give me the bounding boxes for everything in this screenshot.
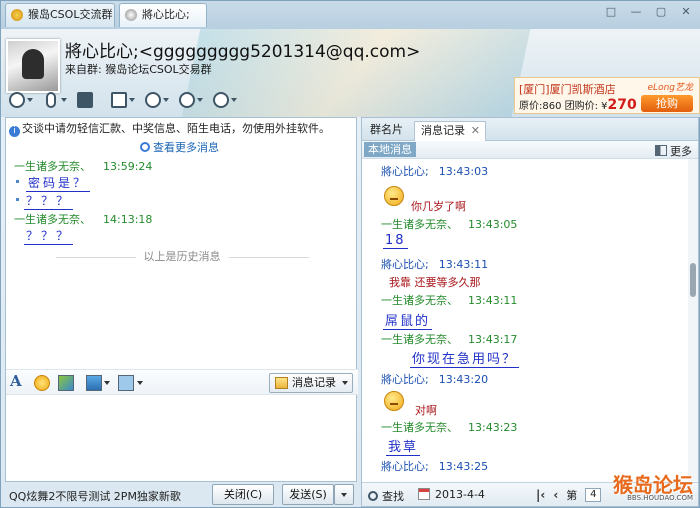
close-icon[interactable]: ✕ [471,122,480,140]
history-header: 將心比心; 13:43:25 [381,460,489,473]
site-watermark: 猴岛论坛 BBS.HOUDAO.COM [613,473,693,502]
view-more-link[interactable]: 查看更多消息 [140,139,219,155]
bullet-icon [16,198,19,201]
bottom-bar: QQ炫舞2不限号测试 2PM独家新歌 关闭(C) 发送(S) [5,482,357,507]
history-header: 一生诸多无奈、 13:43:11 [381,294,518,307]
history-message: 我草 [386,436,421,456]
contact-name: 將心比心;<ggggggggg5201314@qq.com> [65,42,421,62]
chevron-down-icon [342,381,348,385]
history-message: 对啊 [415,404,437,417]
security-notice: i 交谈中请勿轻信汇款、中奖信息、陌生电话，勿使用外挂软件。 [9,120,330,137]
first-page-icon[interactable]: |‹ [536,488,545,502]
message-header: 一生诸多无奈、 13:59:24 [14,160,153,173]
ad-buy-button[interactable]: 抢购 [641,95,693,112]
image-icon[interactable] [86,375,102,391]
history-header: 將心比心; 13:43:03 [381,165,489,178]
chevron-down-icon[interactable] [104,381,110,385]
tab-history[interactable]: 消息记录 ✕ [414,121,486,141]
send-button[interactable]: 发送(S) [282,484,334,505]
ad-title: [厦门]厦门凯斯酒店 [519,83,616,96]
window-controls: □ — ▢ ✕ [600,5,697,21]
hotel-ad-banner[interactable]: [厦门]厦门凯斯酒店 原价:860 团购价: ¥270 eLong艺龙 抢购 [514,77,700,114]
history-header: 將心比心; 13:43:11 [381,258,489,271]
font-icon[interactable]: A [10,372,26,390]
mic-icon[interactable] [39,89,71,111]
history-message: 你几岁了啊 [411,200,466,213]
remote-icon[interactable] [141,89,173,111]
local-messages-tab[interactable]: 本地消息 [364,142,416,157]
scroll-thumb[interactable] [690,263,696,297]
tab-members[interactable]: 群名片 [364,121,409,141]
history-header: 一生诸多无奈、 13:43:17 [381,333,518,346]
message-text: ？？？ [24,229,74,245]
search-icon [368,491,378,501]
history-header: 一生诸多无奈、 13:43:05 [381,218,518,231]
page-label: 第 [566,489,578,502]
group-icon [11,9,23,21]
chat-panel: i 交谈中请勿轻信汇款、中奖信息、陌生电话，勿使用外挂软件。 查看更多消息 一生诸… [5,117,358,482]
ad-song-link[interactable]: QQ炫舞2不限号测试 2PM独家新歌 [9,488,181,504]
tab-strip: 猴岛CSOL交流群 將心比心; □ — ▢ ✕ [1,1,700,29]
history-scrollbar[interactable] [688,159,698,481]
file-icon[interactable] [107,89,139,111]
history-icon [275,377,288,389]
page-input[interactable]: 4 [585,488,602,502]
minimize-button[interactable]: — [625,5,647,21]
message-text: 密码是？ [26,176,91,192]
history-header: 一生诸多无奈、 13:43:23 [381,421,518,434]
emoji-icon[interactable] [34,375,50,391]
history-divider: 以上是历史消息 [6,248,358,264]
close-button[interactable]: ✕ [675,5,697,21]
history-message: 你现在急用吗？ [410,348,520,368]
video-icon[interactable] [5,89,37,111]
message-text: ？？？ [24,194,74,210]
share-screen-icon[interactable] [73,89,105,111]
screenshot-icon[interactable] [118,375,134,391]
app-icon[interactable] [175,89,207,111]
send-options-button[interactable] [334,484,354,505]
message-history-button[interactable]: 消息记录 [269,373,353,393]
from-group: 来自群: 猴岛论坛CSOL交易群 [65,63,212,76]
bullet-icon [16,180,19,183]
emoji-icon [384,391,404,411]
side-panel: 群名片 消息记录 ✕ 本地消息 更多 將心比心; 13:43:03 你几岁了啊 一生… [361,117,699,507]
input-toolbar: A 消息记录 [6,369,358,395]
find-button[interactable]: 查找 [368,488,404,504]
date-picker[interactable]: 2013-4-4 [418,488,485,501]
speaker-icon [655,145,667,156]
info-icon: i [9,126,20,137]
history-message: 18 [383,233,408,249]
calendar-icon [418,488,430,500]
chevron-down-icon[interactable] [137,381,143,385]
emoji-icon [384,186,404,206]
tab-label: 將心比心; [142,8,190,21]
tab-private-chat[interactable]: 將心比心; [119,3,207,27]
close-chat-button[interactable]: 关闭(C) [212,484,274,505]
side-tabs: 群名片 消息记录 ✕ [362,118,698,141]
ad-brand: eLong艺龙 [647,83,693,93]
more-icon[interactable] [209,89,241,111]
header-toolbar [5,89,241,111]
ad-price: 原价:860 团购价: ¥270 [519,97,637,113]
message-header: 一生诸多无奈、 14:13:18 [14,213,153,226]
more-button[interactable]: 更多 [655,143,692,159]
tab-group-chat[interactable]: 猴岛CSOL交流群 [5,3,115,27]
prev-page-icon[interactable]: ‹ [553,488,558,502]
tab-label: 猴岛CSOL交流群 [28,8,113,21]
maximize-button[interactable]: ▢ [650,5,672,21]
history-message: 屌鼠的 [383,310,433,330]
history-message: 我靠 还要等多久那 [389,276,481,289]
history-list: 將心比心; 13:43:03 你几岁了啊 一生诸多无奈、 13:43:05 18 將… [362,159,688,481]
history-subbar: 本地消息 更多 [362,141,698,159]
restore-button[interactable]: □ [600,5,622,21]
clock-icon [140,142,150,152]
user-icon [125,9,137,21]
magic-icon[interactable] [58,375,74,391]
pager: |‹ ‹ 第 4 [536,487,602,503]
history-header: 將心比心; 13:43:20 [381,373,489,386]
avatar[interactable] [6,39,60,93]
qq-chat-window: 猴岛CSOL交流群 將心比心; □ — ▢ ✕ 將心比心;<ggggggggg5… [0,0,700,508]
